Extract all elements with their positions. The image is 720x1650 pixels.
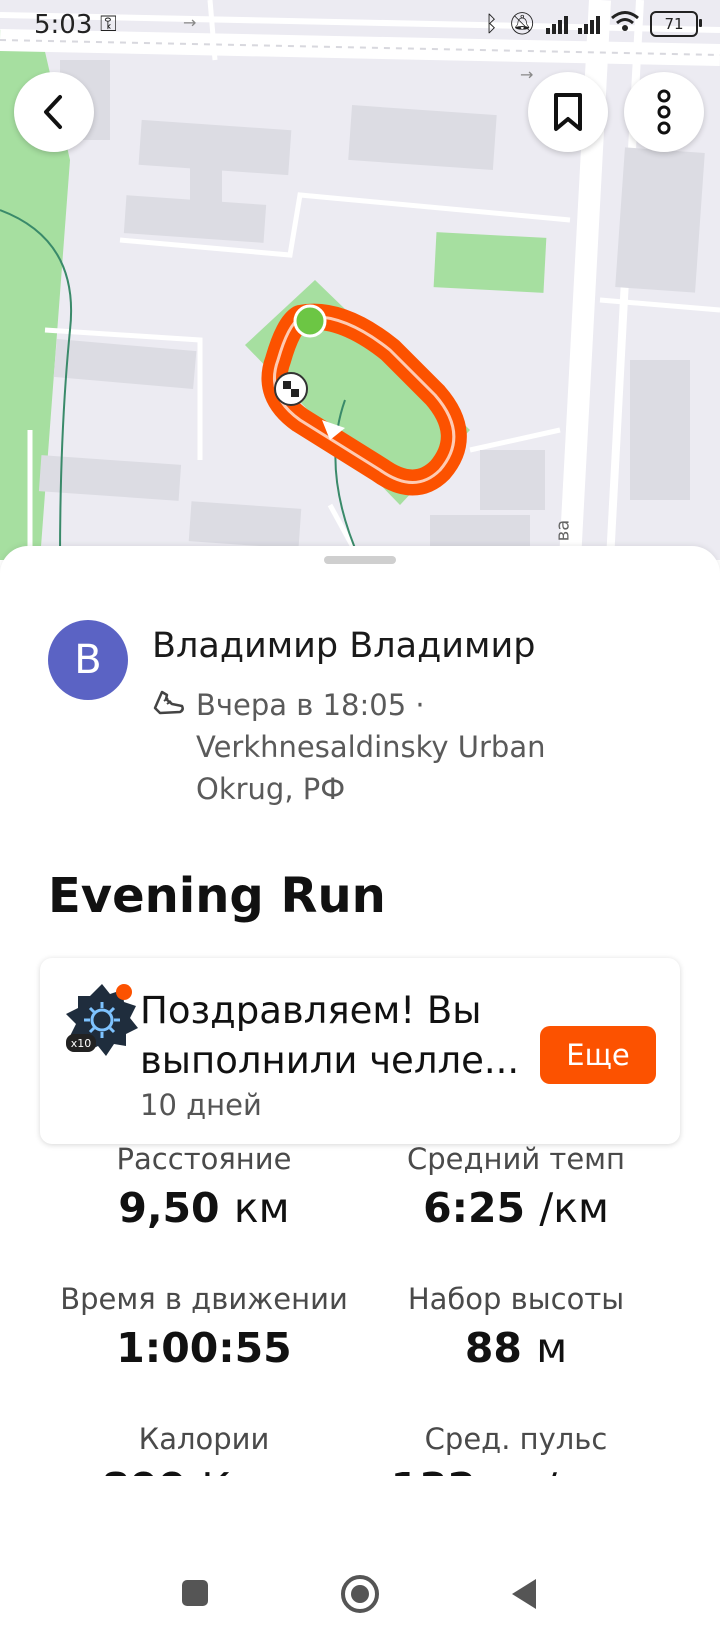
activity-datetime: Вчера в 18:05 ·: [196, 688, 425, 722]
route-map[interactable]: → → ва: [0, 0, 720, 560]
run-shoe-icon: [153, 690, 184, 715]
stat-value: 9,50 км: [118, 1184, 290, 1232]
stat-label: Время в движении: [60, 1282, 348, 1316]
stat-label: Средний темп: [407, 1142, 625, 1176]
scroll-clip: [0, 1476, 720, 1560]
finish-marker: [274, 372, 308, 406]
back-nav-button[interactable]: [508, 1576, 540, 1612]
activity-sheet[interactable]: В Владимир Владимир Вчера в 18:05 · Verk…: [0, 546, 720, 1556]
signal-icon: [546, 14, 568, 34]
challenge-message: Поздравляем! Вы выполнили челле...: [140, 986, 560, 1086]
bookmark-button[interactable]: [528, 72, 608, 152]
bookmark-icon: [554, 93, 582, 131]
avatar[interactable]: В: [48, 620, 128, 700]
activity-location-line1: Verkhnesaldinsky Urban: [196, 730, 546, 764]
athlete-name[interactable]: Владимир Владимир: [152, 626, 535, 666]
challenge-line1: Поздравляем! Вы: [140, 989, 482, 1032]
status-time: 5:03: [34, 10, 93, 40]
challenge-card[interactable]: x10 Поздравляем! Вы выполнили челле... 1…: [40, 958, 680, 1144]
stat-distance: Расстояние 9,50 км: [34, 1142, 374, 1232]
wifi-icon: [610, 10, 640, 38]
challenge-subtitle: 10 дней: [140, 1088, 262, 1122]
bluetooth-icon: ᛒ: [484, 11, 499, 37]
signal-icon-2: [578, 14, 600, 34]
badge-count: x10: [71, 1037, 92, 1050]
mute-icon: 🔕︎: [508, 11, 536, 37]
stat-avg-pace: Средний темп 6:25 /км: [346, 1142, 686, 1232]
svg-text:→: →: [520, 65, 533, 84]
stat-elevation-gain: Набор высоты 88 м: [346, 1282, 686, 1372]
stat-moving-time: Время в движении 1:00:55: [34, 1282, 374, 1372]
stat-label: Калории: [138, 1422, 270, 1456]
status-bar: 5:03 ⚿ ᛒ 🔕︎ 71: [0, 0, 720, 52]
system-nav-bar: [0, 1556, 720, 1650]
home-button[interactable]: [340, 1574, 380, 1614]
stat-label: Сред. пульс: [424, 1422, 608, 1456]
chevron-left-icon: [44, 95, 62, 129]
stat-label: Набор высоты: [407, 1282, 625, 1316]
status-icons: ᛒ 🔕︎ 71: [484, 10, 702, 38]
stat-value: 1:00:55: [116, 1324, 292, 1372]
activity-location-line2: Okrug, РФ: [196, 772, 346, 806]
map-canvas: → →: [0, 0, 720, 560]
challenge-badge-icon: x10: [66, 984, 138, 1056]
battery-icon: 71: [650, 11, 702, 37]
activity-meta: Вчера в 18:05 · Verkhnesaldinsky Urban O…: [196, 684, 596, 810]
stat-label: Расстояние: [116, 1142, 292, 1176]
activity-title: Evening Run: [48, 868, 386, 924]
more-options-button[interactable]: [624, 72, 704, 152]
back-button[interactable]: [14, 72, 94, 152]
street-label: ва: [552, 519, 574, 542]
vpn-key-icon: ⚿: [100, 12, 117, 37]
start-marker: [293, 304, 327, 338]
recents-button[interactable]: [180, 1578, 210, 1608]
more-vertical-icon: [657, 89, 671, 135]
sheet-drag-handle[interactable]: [324, 556, 396, 564]
stat-value: 88 м: [464, 1324, 568, 1372]
challenge-more-button[interactable]: Еще: [540, 1026, 656, 1084]
challenge-line2: выполнили челле...: [140, 1039, 520, 1082]
stat-value: 6:25 /км: [423, 1184, 609, 1232]
